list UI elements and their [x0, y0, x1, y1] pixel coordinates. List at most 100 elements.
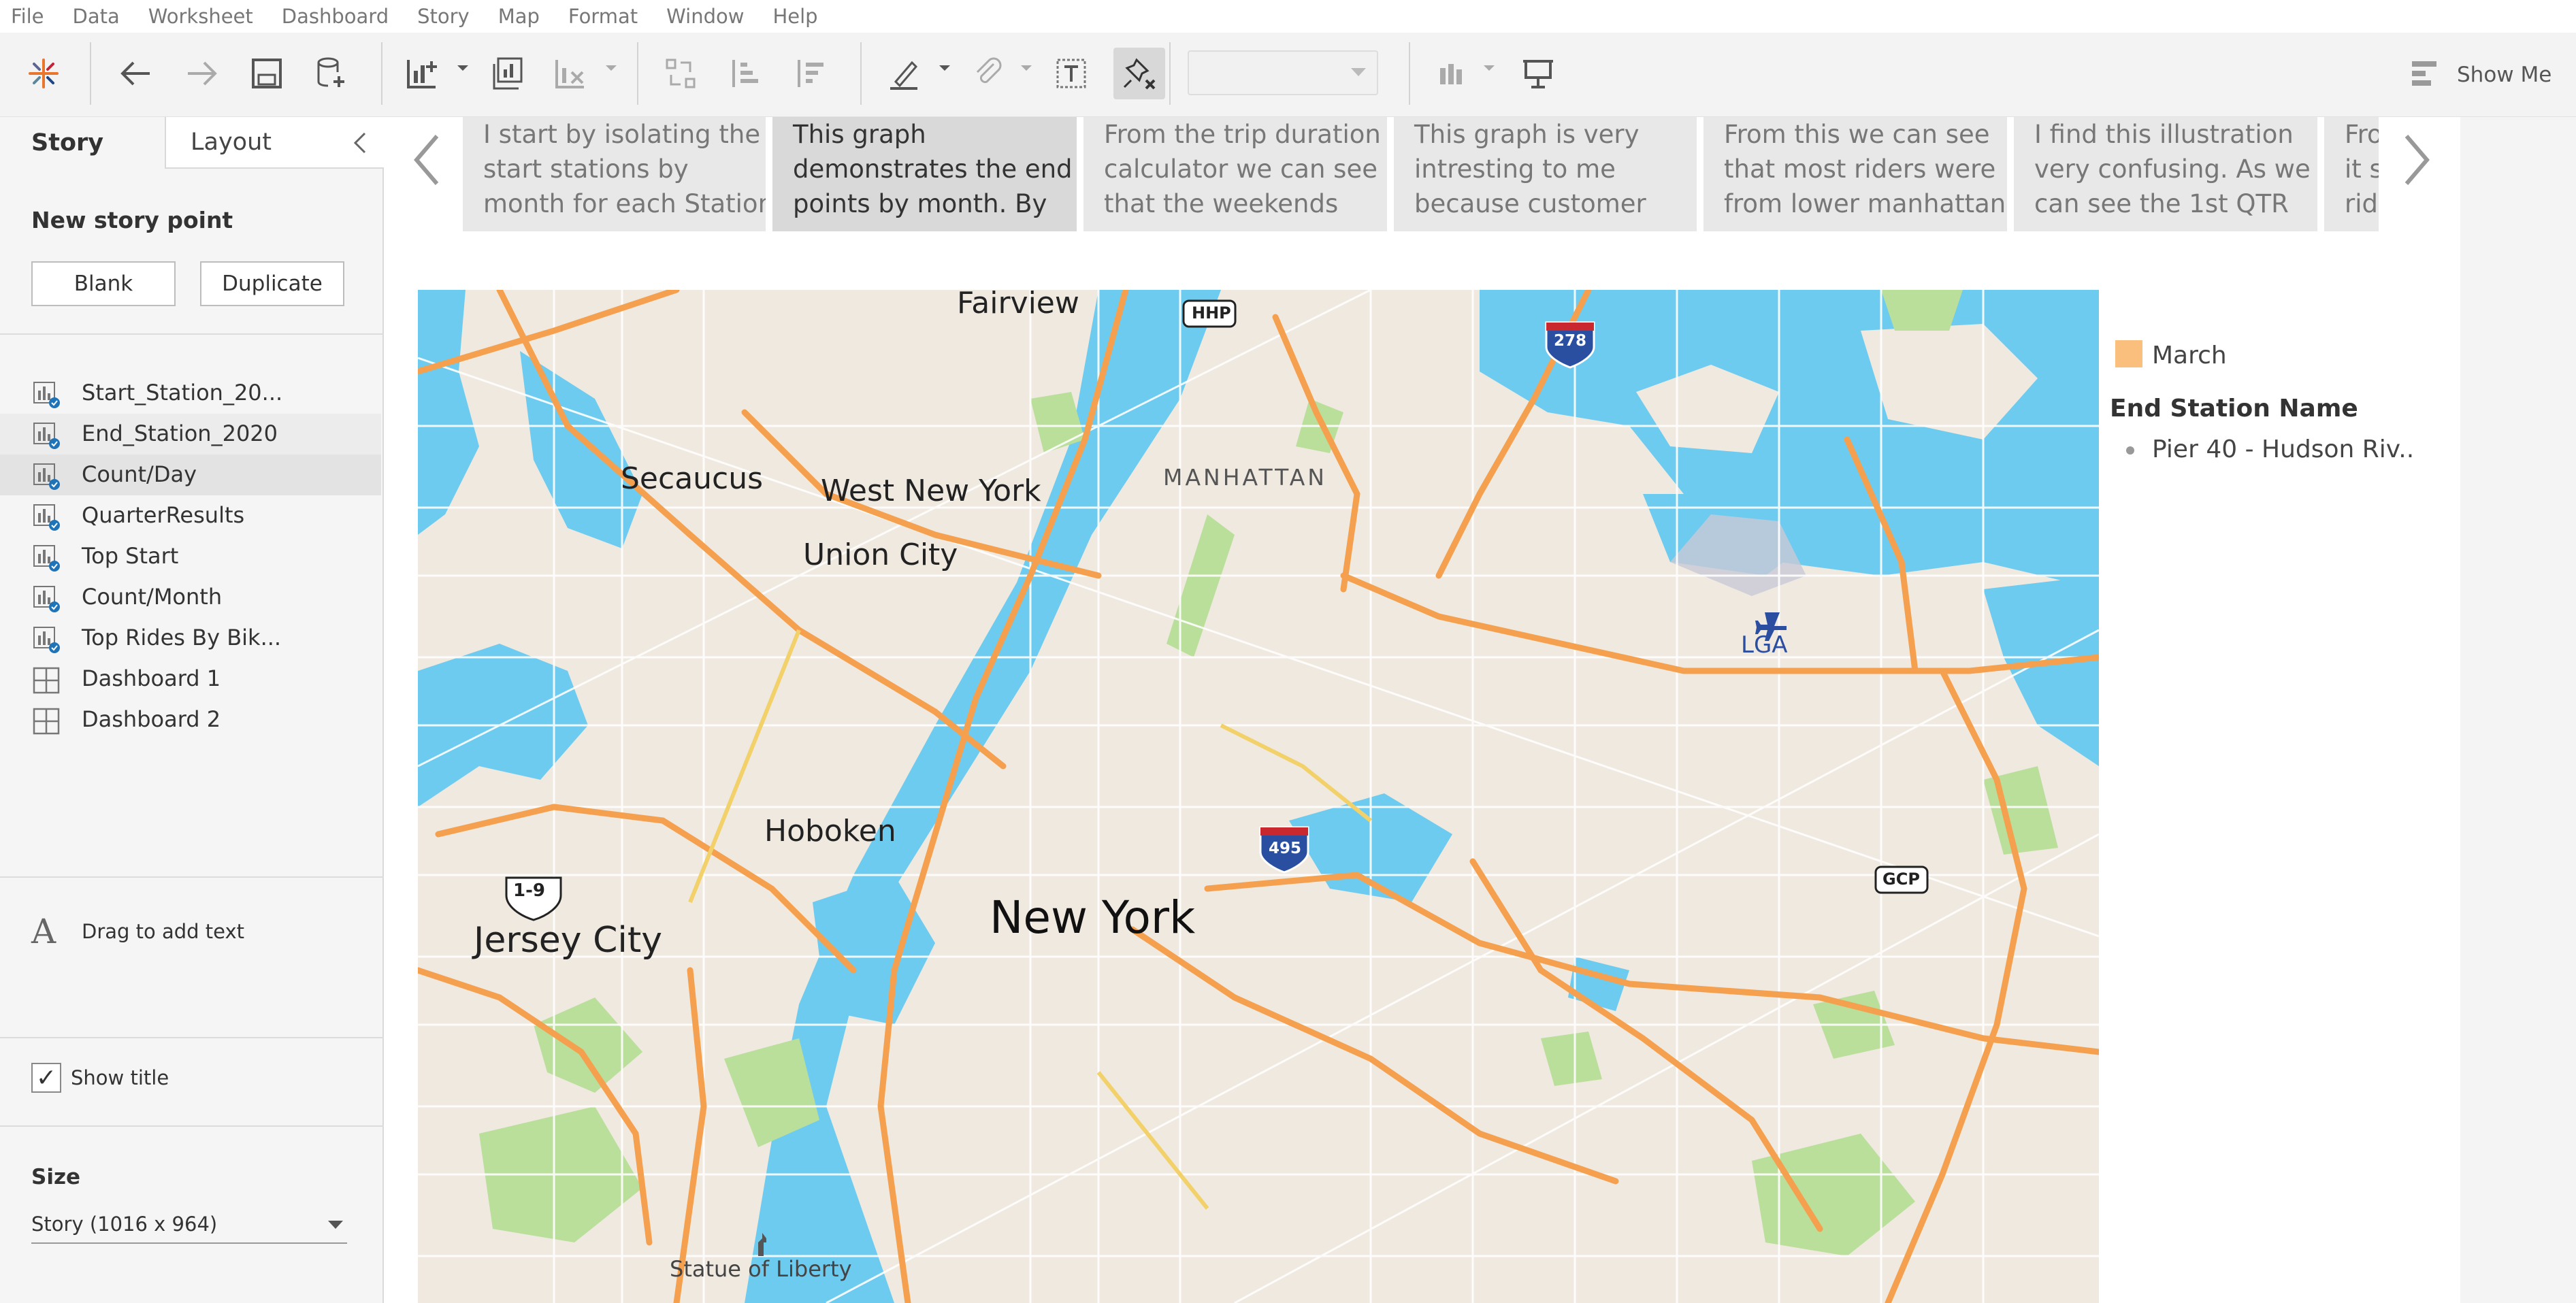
sheet-item-label: Dashboard 1	[82, 665, 221, 691]
menu-map[interactable]: Map	[498, 5, 540, 28]
new-worksheet-icon[interactable]	[396, 48, 448, 99]
fit-select[interactable]	[1188, 50, 1378, 95]
canvas-margin	[2460, 117, 2576, 1303]
sort-ascending-icon[interactable]	[720, 48, 772, 99]
map-label-route-1-9: 1-9	[513, 880, 545, 901]
sheet-item-label: Count/Day	[82, 461, 197, 487]
toolbar-separator	[860, 42, 862, 105]
menu-dashboard[interactable]: Dashboard	[282, 5, 389, 28]
show-me-button[interactable]: Show Me	[2409, 59, 2551, 91]
story-point[interactable]: I find this illustration very confusing. …	[2014, 117, 2317, 231]
attach-icon[interactable]	[962, 48, 1014, 99]
drag-text-object[interactable]: A Drag to add text	[31, 912, 244, 951]
story-point-caption-line: Fro	[2345, 120, 2379, 149]
story-point[interactable]: I start by isolating the start stations b…	[463, 117, 766, 231]
legend-item[interactable]: Pier 40 - Hudson Riv..	[2126, 435, 2414, 463]
size-value: Story (1016 x 964)	[31, 1213, 218, 1236]
swap-icon[interactable]	[655, 48, 706, 99]
clear-sheet-icon[interactable]	[544, 48, 596, 99]
worksheet-icon	[31, 420, 61, 450]
sheet-item[interactable]: QuarterResults	[0, 495, 381, 536]
story-point-caption-line: that most riders were	[1724, 154, 1996, 184]
chart-icon[interactable]	[1428, 48, 1480, 99]
worksheet-icon	[31, 502, 61, 532]
story-point[interactable]: From the trip duration calculator we can …	[1083, 117, 1387, 231]
tab-story[interactable]: Story	[0, 117, 165, 169]
map-label-lga: LGA	[1741, 631, 1788, 659]
tab-layout[interactable]: Layout	[165, 117, 384, 169]
duplicate-button[interactable]: Duplicate	[200, 261, 344, 306]
pin-icon[interactable]	[1113, 48, 1165, 99]
menu-help[interactable]: Help	[772, 5, 817, 28]
story-point[interactable]: This graph demonstrates the end points by …	[772, 117, 1077, 231]
toolbar-separator	[1409, 42, 1410, 105]
sheet-item[interactable]: End_Station_2020	[0, 414, 381, 455]
redo-icon[interactable]	[176, 48, 227, 99]
save-icon[interactable]	[241, 48, 293, 99]
sort-descending-icon[interactable]	[785, 48, 837, 99]
menu-bar: File Data Worksheet Dashboard Story Map …	[0, 0, 2576, 33]
story-point-caption-line: points by month. By	[793, 189, 1047, 218]
sheet-item[interactable]: Dashboard 2	[0, 699, 381, 740]
undo-icon[interactable]	[110, 48, 162, 99]
worksheet-icon	[31, 584, 61, 614]
next-story-point-arrow-icon[interactable]	[2396, 129, 2436, 191]
story-point-caption-line: can see the 1st QTR	[2034, 189, 2289, 218]
highlight-icon[interactable]	[878, 48, 930, 99]
chevron-down-icon[interactable]	[604, 61, 618, 75]
map-label-union-city: Union City	[803, 538, 958, 572]
sheet-item-label: End_Station_2020	[82, 420, 278, 446]
story-point[interactable]: Fro it s ride	[2324, 117, 2379, 231]
divider	[0, 333, 384, 335]
sheet-item[interactable]: Start_Station_20...	[0, 373, 381, 414]
sheet-item[interactable]: Top Rides By Bik...	[0, 618, 381, 659]
chevron-down-icon[interactable]	[938, 61, 951, 75]
toolbar-separator	[637, 42, 638, 105]
sheet-item[interactable]: Top Start	[0, 536, 381, 577]
tableau-logo-icon[interactable]	[18, 48, 69, 99]
sidebar-tabs: Story Layout	[0, 117, 384, 169]
worksheet-icon	[31, 380, 61, 410]
menu-worksheet[interactable]: Worksheet	[148, 5, 253, 28]
divider	[0, 876, 384, 878]
previous-story-point-arrow-icon[interactable]	[407, 129, 448, 191]
story-point[interactable]: From this we can see that most riders wer…	[1703, 117, 2007, 231]
show-title-checkbox[interactable]: ✓	[31, 1063, 61, 1093]
story-point-caption-line: This graph is very	[1414, 120, 1640, 149]
show-title-option[interactable]: ✓ Show title	[31, 1063, 169, 1093]
map-label-manhattan: MANHATTAN	[1163, 464, 1327, 491]
presentation-icon[interactable]	[1512, 48, 1564, 99]
sheet-item[interactable]: Count/Day	[0, 455, 381, 495]
chevron-down-icon[interactable]	[456, 61, 470, 75]
sheet-item[interactable]: Dashboard 1	[0, 659, 381, 699]
menu-file[interactable]: File	[11, 5, 44, 28]
story-point-caption-line: I start by isolating the	[483, 120, 761, 149]
chevron-down-icon	[328, 1221, 343, 1229]
menu-story[interactable]: Story	[417, 5, 470, 28]
legend-swatch-march[interactable]	[2115, 340, 2142, 367]
text-icon[interactable]	[1045, 48, 1097, 99]
menu-format[interactable]: Format	[568, 5, 638, 28]
blank-button[interactable]: Blank	[31, 261, 176, 306]
show-me-label: Show Me	[2457, 63, 2552, 87]
menu-data[interactable]: Data	[73, 5, 120, 28]
map-label-hhp: HHP	[1192, 303, 1231, 323]
size-select[interactable]: Story (1016 x 964)	[31, 1206, 347, 1244]
chevron-down-icon[interactable]	[1020, 61, 1033, 75]
menu-window[interactable]: Window	[666, 5, 744, 28]
chevron-down-icon	[1351, 68, 1366, 76]
map-view[interactable]: Fairview HHP 278 Secaucus West New York …	[418, 290, 2099, 1303]
story-point-caption-line: it s	[2345, 154, 2379, 184]
story-point[interactable]: This graph is very intresting to me becaus…	[1394, 117, 1697, 231]
story-point-caption-line: month for each Station	[483, 189, 766, 218]
divider	[0, 1125, 384, 1127]
duplicate-sheet-icon[interactable]	[482, 48, 534, 99]
new-data-source-icon[interactable]	[305, 48, 357, 99]
sheet-item[interactable]: Count/Month	[0, 577, 381, 618]
story-point-caption-line: calculator we can see	[1104, 154, 1377, 184]
story-point-caption-line: I find this illustration	[2034, 120, 2294, 149]
chevron-down-icon[interactable]	[1482, 61, 1496, 75]
collapse-icon[interactable]	[350, 131, 370, 155]
toolbar-separator	[1169, 42, 1171, 105]
toolbar-separator	[90, 42, 91, 105]
